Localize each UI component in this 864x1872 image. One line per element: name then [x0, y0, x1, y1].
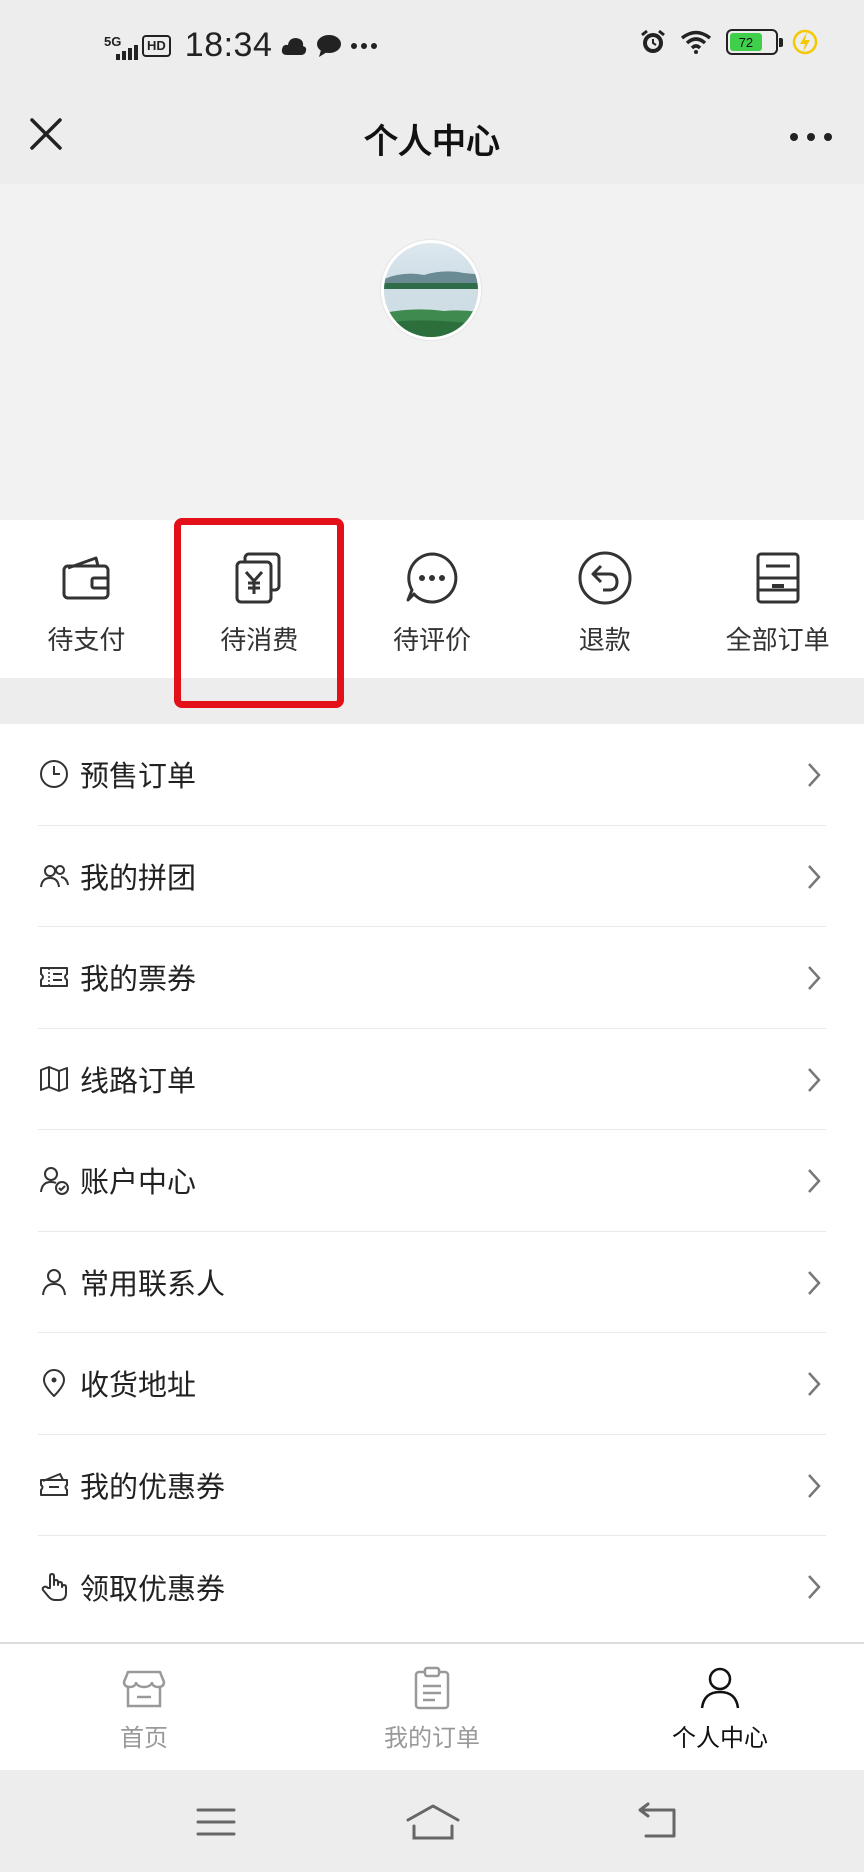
menu-item-contacts[interactable]: 常用联系人 — [38, 1232, 826, 1333]
menu-item-presale-orders[interactable]: 预售订单 — [38, 724, 826, 826]
order-label: 待评价 — [392, 626, 471, 656]
tab-label: 我的订单 — [384, 1724, 480, 1752]
more-dots-icon — [351, 42, 378, 49]
all-orders-icon — [756, 552, 800, 604]
tab-label: 首页 — [120, 1724, 168, 1752]
wallet-icon — [62, 556, 110, 600]
refund-arrow-icon — [578, 551, 632, 605]
status-left: 5G HD 18:34 — [104, 26, 378, 65]
order-label: 待支付 — [47, 626, 126, 656]
order-pending-review[interactable]: 待评价 — [346, 520, 519, 678]
chevron-right-icon — [808, 763, 821, 787]
chat-bubble-icon — [317, 34, 342, 57]
order-label: 待消费 — [220, 626, 299, 656]
avatar[interactable] — [381, 240, 481, 340]
home-icon[interactable] — [404, 1800, 462, 1844]
store-icon — [122, 1670, 166, 1708]
chevron-right-icon — [808, 1473, 821, 1498]
chevron-right-icon — [808, 1575, 821, 1599]
menu-list: 预售订单 我的拼团 我的票券 线路订单 账户中心 常用联系人 收货地址 我的优惠… — [0, 724, 864, 1644]
back-icon[interactable] — [634, 1800, 682, 1844]
status-bar: 5G HD 18:34 72 — [0, 0, 864, 92]
user-icon — [700, 1667, 740, 1709]
menu-label: 收货地址 — [80, 1368, 197, 1403]
chevron-right-icon — [808, 1169, 821, 1193]
menu-item-group-buy[interactable]: 我的拼团 — [38, 826, 826, 927]
tab-home[interactable]: 首页 — [0, 1644, 288, 1770]
yen-coupon-icon — [235, 552, 281, 604]
clipboard-icon — [414, 1666, 450, 1710]
hand-pointer-icon — [41, 1572, 67, 1601]
group-icon — [40, 864, 69, 887]
system-nav-bar — [0, 1770, 864, 1872]
more-icon[interactable] — [786, 122, 836, 152]
status-right: 72 — [640, 28, 818, 56]
order-pending-payment[interactable]: 待支付 — [0, 520, 173, 678]
wifi-icon — [680, 30, 712, 54]
menu-label: 我的票券 — [80, 962, 197, 997]
menu-label: 我的优惠券 — [80, 1469, 226, 1504]
tab-bar: 首页 我的订单 个人中心 — [0, 1642, 864, 1770]
battery-level: 72 — [738, 34, 754, 50]
order-all[interactable]: 全部订单 — [691, 520, 864, 678]
menu-label: 线路订单 — [80, 1063, 197, 1098]
menu-item-claim-coupons[interactable]: 领取优惠券 — [38, 1536, 826, 1638]
menu-lines-icon[interactable] — [192, 1800, 240, 1844]
cloud-icon — [282, 37, 307, 55]
cellular-signal-icon: 5G — [104, 31, 138, 61]
chevron-right-icon — [808, 864, 821, 889]
order-status-bar: 待支付 待消费 待评价 退款 全部订单 — [0, 520, 864, 678]
account-verified-icon — [40, 1167, 69, 1196]
status-time: 18:34 — [184, 26, 273, 64]
chevron-right-icon — [808, 1372, 821, 1396]
chevron-right-icon — [808, 1067, 821, 1092]
chevron-right-icon — [808, 1270, 821, 1295]
clock-icon — [40, 760, 68, 789]
menu-item-my-coupons[interactable]: 我的优惠券 — [38, 1435, 826, 1536]
menu-item-account-center[interactable]: 账户中心 — [38, 1130, 826, 1232]
charging-bolt-icon — [792, 29, 818, 55]
menu-label: 领取优惠券 — [80, 1571, 226, 1606]
person-icon — [42, 1268, 66, 1295]
menu-label: 常用联系人 — [80, 1266, 226, 1301]
chat-dots-icon — [406, 552, 458, 604]
profile-header — [0, 184, 864, 520]
menu-label: 账户中心 — [80, 1165, 197, 1200]
menu-item-tickets[interactable]: 我的票券 — [38, 927, 826, 1029]
tab-personal-center[interactable]: 个人中心 — [576, 1644, 864, 1770]
chevron-right-icon — [808, 966, 821, 990]
battery-icon: 72 — [726, 29, 783, 55]
ticket-icon — [40, 967, 68, 988]
map-icon — [40, 1065, 68, 1092]
alarm-icon — [641, 29, 665, 53]
order-label: 全部订单 — [725, 626, 830, 656]
menu-item-route-orders[interactable]: 线路订单 — [38, 1029, 826, 1130]
coupon-icon — [40, 1472, 68, 1496]
tab-label: 个人中心 — [672, 1724, 768, 1752]
hd-badge: HD — [142, 34, 171, 57]
order-label: 退款 — [578, 626, 631, 656]
order-refund[interactable]: 退款 — [518, 520, 691, 678]
menu-label: 我的拼团 — [80, 860, 197, 895]
menu-label: 预售订单 — [80, 759, 197, 794]
order-pending-use[interactable]: 待消费 — [173, 520, 346, 678]
tab-my-orders[interactable]: 我的订单 — [288, 1644, 576, 1770]
page-title: 个人中心 — [364, 122, 500, 162]
nav-bar: 个人中心 — [0, 92, 864, 184]
menu-item-shipping-address[interactable]: 收货地址 — [38, 1333, 826, 1435]
location-pin-icon — [43, 1369, 65, 1398]
